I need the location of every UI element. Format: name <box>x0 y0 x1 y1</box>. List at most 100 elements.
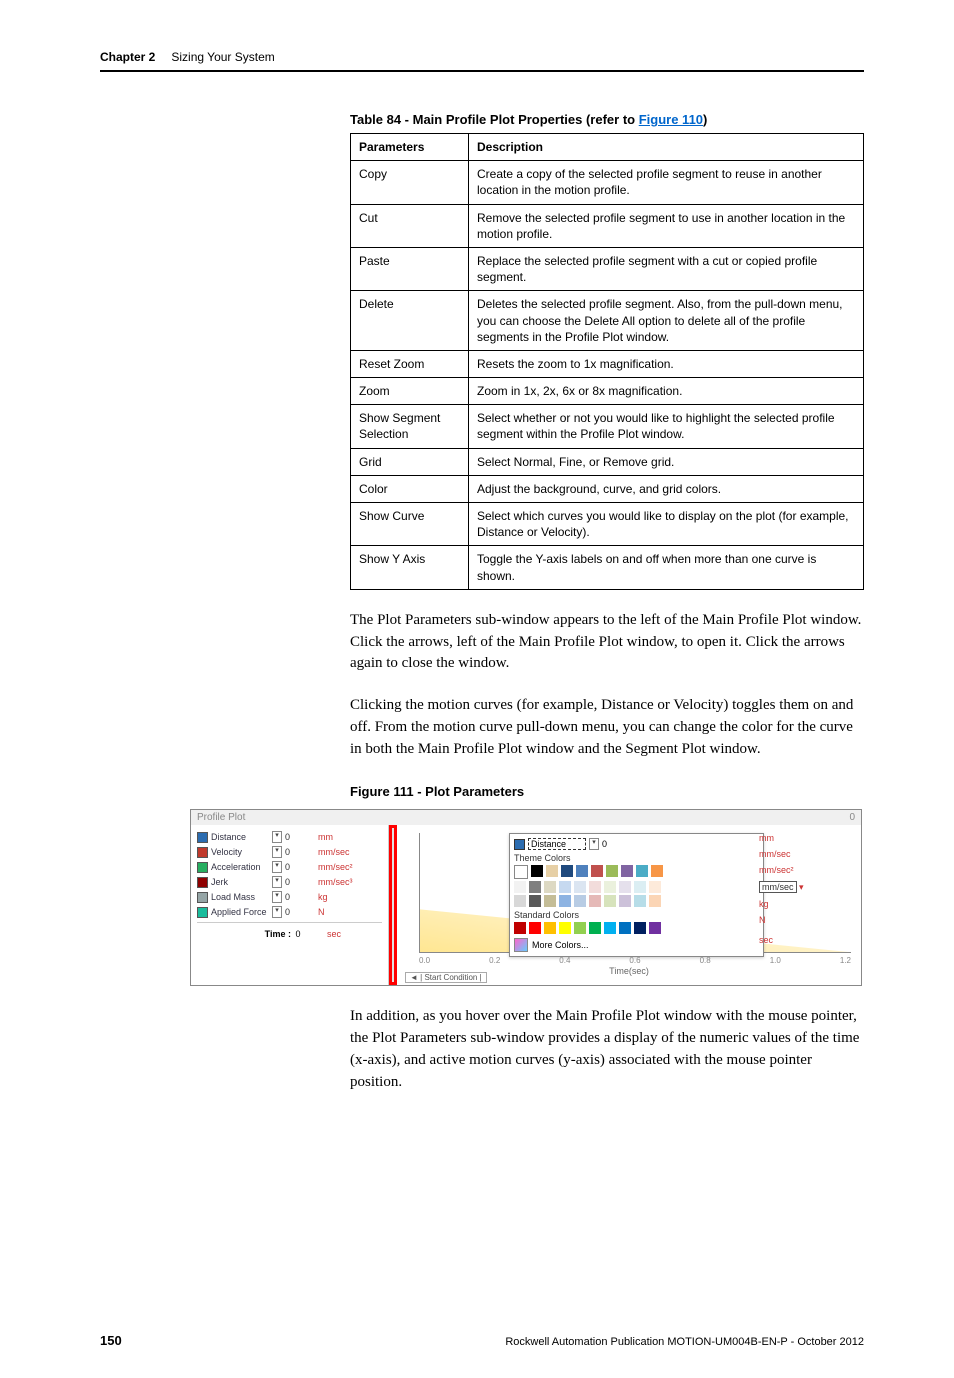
paragraph-3: In addition, as you hover over the Main … <box>350 1006 864 1093</box>
time-unit: sec <box>327 929 341 939</box>
table-title: Table 84 - Main Profile Plot Properties … <box>350 112 864 127</box>
color-swatch[interactable] <box>574 881 586 893</box>
x-axis-label: Time(sec) <box>609 966 649 976</box>
publication-info: Rockwell Automation Publication MOTION-U… <box>505 1336 864 1348</box>
color-swatch[interactable] <box>649 881 661 893</box>
table-row: Show Segment SelectionSelect whether or … <box>351 405 864 448</box>
color-swatch[interactable] <box>576 865 588 877</box>
table-row: ZoomZoom in 1x, 2x, 6x or 8x magnificati… <box>351 378 864 405</box>
color-swatch[interactable] <box>529 922 541 934</box>
x-axis-ticks: 0.0 0.2 0.4 0.6 0.8 1.0 1.2 <box>419 956 851 965</box>
standard-colors-label: Standard Colors <box>514 910 759 920</box>
color-swatch[interactable] <box>574 922 586 934</box>
color-swatch[interactable] <box>561 865 573 877</box>
legend-label: Jerk <box>211 877 269 887</box>
distance-dropdown[interactable]: ▾ <box>589 838 599 850</box>
legend-value: 0 <box>285 832 295 842</box>
color-swatch[interactable] <box>559 922 571 934</box>
window-badge: 0 <box>849 812 855 823</box>
color-swatch[interactable] <box>589 895 601 907</box>
legend-dropdown[interactable]: ▾ <box>272 861 282 873</box>
time-label: Time : <box>197 929 291 939</box>
legend-dropdown[interactable]: ▾ <box>272 891 282 903</box>
legend-color-swatch <box>197 832 208 843</box>
legend-row[interactable]: Acceleration▾0mm/sec² <box>197 861 382 873</box>
color-swatch[interactable] <box>651 865 663 877</box>
color-swatch[interactable] <box>544 922 556 934</box>
legend-label: Applied Force <box>211 907 269 917</box>
legend-row[interactable]: Load Mass▾0kg <box>197 891 382 903</box>
color-swatch[interactable] <box>574 895 586 907</box>
color-swatch[interactable] <box>619 895 631 907</box>
color-swatch[interactable] <box>589 881 601 893</box>
table-row: Show Y AxisToggle the Y-axis labels on a… <box>351 546 864 589</box>
color-swatch[interactable] <box>544 881 556 893</box>
distance-swatch <box>514 839 525 850</box>
color-swatch[interactable] <box>531 865 543 877</box>
unit-dropdown[interactable]: mm/sec <box>759 881 797 893</box>
plot-area[interactable]: Distance ▾ 0 Theme Colors <box>397 825 861 985</box>
col-parameters: Parameters <box>351 134 469 161</box>
color-swatch[interactable] <box>636 865 648 877</box>
table-row: DeleteDeletes the selected profile segme… <box>351 291 864 351</box>
legend-label: Acceleration <box>211 862 269 872</box>
color-swatch[interactable] <box>514 922 526 934</box>
color-swatch[interactable] <box>634 922 646 934</box>
legend-unit: N <box>318 907 325 917</box>
legend-value: 0 <box>285 862 295 872</box>
paragraph-2: Clicking the motion curves (for example,… <box>350 695 864 760</box>
legend-row[interactable]: Jerk▾0mm/sec³ <box>197 876 382 888</box>
color-swatch[interactable] <box>591 865 603 877</box>
color-swatch[interactable] <box>559 881 571 893</box>
color-swatch[interactable] <box>559 895 571 907</box>
plot-parameters-panel: Distance▾0mmVelocity▾0mm/secAcceleration… <box>191 825 389 985</box>
color-swatch[interactable] <box>606 865 618 877</box>
color-swatch[interactable] <box>544 895 556 907</box>
screenshot-profile-plot: Profile Plot 0 Distance▾0mmVelocity▾0mm/… <box>190 809 862 986</box>
color-swatch[interactable] <box>604 895 616 907</box>
color-swatch[interactable] <box>529 895 541 907</box>
color-swatch[interactable] <box>514 895 526 907</box>
legend-dropdown[interactable]: ▾ <box>272 876 282 888</box>
figure-link[interactable]: Figure 110 <box>639 112 703 127</box>
color-swatch[interactable] <box>514 865 528 879</box>
table-row: CutRemove the selected profile segment t… <box>351 204 864 247</box>
legend-dropdown[interactable]: ▾ <box>272 846 282 858</box>
color-swatch[interactable] <box>514 881 526 893</box>
color-swatch[interactable] <box>634 881 646 893</box>
legend-dropdown[interactable]: ▾ <box>272 906 282 918</box>
color-swatch[interactable] <box>604 922 616 934</box>
panel-resize-handle[interactable] <box>389 825 397 985</box>
paragraph-1: The Plot Parameters sub-window appears t… <box>350 610 864 675</box>
more-colors-button[interactable]: More Colors... <box>514 938 759 952</box>
legend-label: Velocity <box>211 847 269 857</box>
distance-field[interactable]: Distance <box>528 838 586 850</box>
legend-unit: kg <box>318 892 328 902</box>
color-picker-overlay[interactable]: Distance ▾ 0 Theme Colors <box>509 833 764 957</box>
legend-color-swatch <box>197 847 208 858</box>
color-swatch[interactable] <box>619 922 631 934</box>
legend-value: 0 <box>285 892 295 902</box>
palette-icon <box>514 938 528 952</box>
color-swatch[interactable] <box>621 865 633 877</box>
color-swatch[interactable] <box>634 895 646 907</box>
legend-row[interactable]: Distance▾0mm <box>197 831 382 843</box>
chapter-label: Chapter 2 <box>100 50 155 64</box>
color-swatch[interactable] <box>589 922 601 934</box>
start-condition-button[interactable]: ◄ | Start Condition | <box>405 972 487 983</box>
color-swatch[interactable] <box>649 895 661 907</box>
color-swatch[interactable] <box>649 922 661 934</box>
legend-color-swatch <box>197 862 208 873</box>
table-row: Reset ZoomResets the zoom to 1x magnific… <box>351 350 864 377</box>
color-swatch[interactable] <box>529 881 541 893</box>
color-swatch[interactable] <box>619 881 631 893</box>
color-swatch[interactable] <box>546 865 558 877</box>
theme-colors-label: Theme Colors <box>514 853 759 863</box>
color-swatch[interactable] <box>604 881 616 893</box>
legend-row[interactable]: Applied Force▾0N <box>197 906 382 918</box>
table-row: Show CurveSelect which curves you would … <box>351 503 864 546</box>
table-row: ColorAdjust the background, curve, and g… <box>351 475 864 502</box>
legend-dropdown[interactable]: ▾ <box>272 831 282 843</box>
legend-unit: mm <box>318 832 333 842</box>
legend-row[interactable]: Velocity▾0mm/sec <box>197 846 382 858</box>
